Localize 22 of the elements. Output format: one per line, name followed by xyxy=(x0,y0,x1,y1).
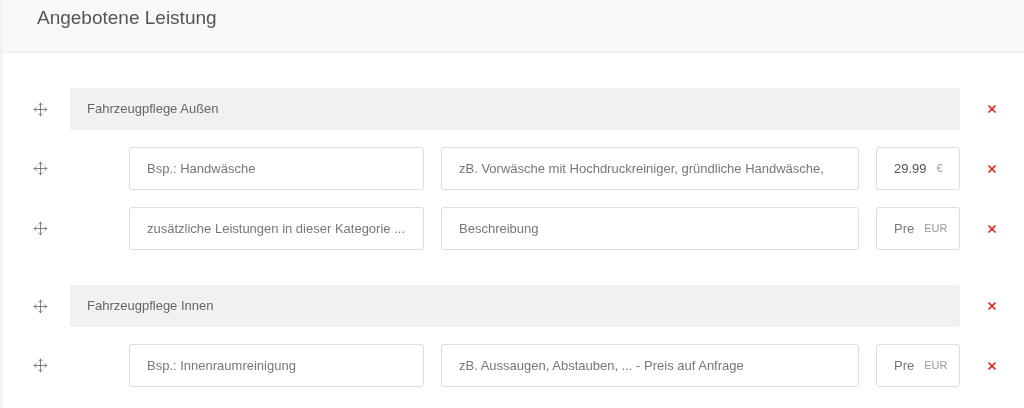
category-field[interactable]: Fahrzeugpflege Innen xyxy=(70,285,960,327)
price-field[interactable]: Pre EUR xyxy=(876,207,960,250)
drag-handle-icon[interactable] xyxy=(32,358,48,373)
drag-handle-icon[interactable] xyxy=(32,298,48,314)
service-name-field[interactable]: Bsp.: Handwäsche xyxy=(129,147,424,190)
description-field[interactable]: zB. Aussaugen, Abstauben, ... - Preis auf Anfrage xyxy=(441,344,859,387)
service-name-field[interactable]: zusätzliche Leistungen in dieser Kategorie ... xyxy=(129,207,424,250)
remove-button[interactable] xyxy=(986,359,998,372)
price-field[interactable]: 29.99 € xyxy=(876,147,960,190)
section-title: Angebotene Leistung xyxy=(37,6,218,30)
drag-handle-icon[interactable] xyxy=(32,101,48,117)
category-field[interactable]: Fahrzeugpflege Außen xyxy=(70,88,960,130)
remove-button[interactable] xyxy=(986,300,998,312)
remove-button[interactable] xyxy=(986,103,998,115)
description-field[interactable]: Beschreibung xyxy=(441,207,859,250)
price-field[interactable]: Pre EUR xyxy=(876,344,960,387)
remove-button[interactable] xyxy=(986,222,998,235)
drag-handle-icon[interactable] xyxy=(32,161,48,176)
remove-button[interactable] xyxy=(986,162,998,175)
description-field[interactable]: zB. Vorwäsche mit Hochdruckreiniger, gründliche Handwäsche, xyxy=(441,147,859,190)
service-name-field[interactable]: Bsp.: Innenraumreinigung xyxy=(129,344,424,387)
drag-handle-icon[interactable] xyxy=(32,221,48,236)
